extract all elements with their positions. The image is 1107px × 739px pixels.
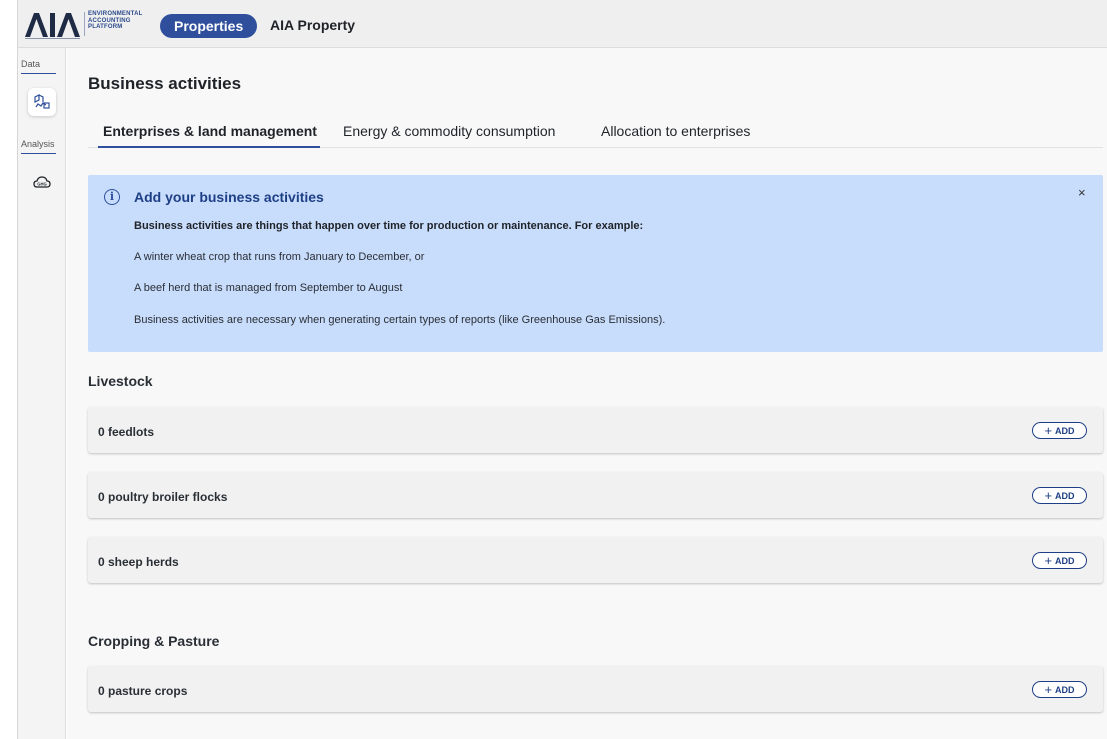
top-header: ENVIRONMENTAL ACCOUNTING PLATFORM Proper… (18, 0, 1107, 48)
property-name[interactable]: AIA Property (270, 17, 355, 33)
list-item: 0 pasture crops + ADD (88, 666, 1103, 712)
list-item: 0 feedlots + ADD (88, 407, 1103, 453)
app-frame: ENVIRONMENTAL ACCOUNTING PLATFORM Proper… (17, 0, 1107, 739)
rail-data-label: Data (21, 59, 41, 69)
logo-separator (84, 12, 85, 36)
info-banner: i Add your business activities × Busines… (88, 175, 1103, 352)
tab-bar: Enterprises & land management Energy & c… (88, 113, 1103, 148)
banner-text: A winter wheat crop that runs from Janua… (134, 251, 425, 263)
properties-nav-button[interactable]: Properties (160, 14, 258, 38)
list-item: 0 sheep herds + ADD (88, 537, 1103, 583)
banner-title: Add your business activities (134, 189, 324, 205)
add-button-label: ADD (1055, 490, 1075, 501)
close-icon[interactable]: × (1078, 185, 1086, 200)
add-pasture-crop-button[interactable]: + ADD (1032, 681, 1087, 698)
rail-analysis-label: Analysis (21, 139, 55, 149)
aia-logo[interactable] (23, 9, 83, 39)
plus-icon: + (1044, 487, 1053, 503)
list-item-label: 0 pasture crops (98, 684, 188, 698)
info-icon: i (104, 189, 120, 205)
page-title: Business activities (88, 74, 242, 93)
add-button-label: ADD (1055, 555, 1075, 566)
tab-allocation-to-enterprises[interactable]: Allocation to enterprises (601, 123, 750, 139)
plus-icon: + (1044, 422, 1053, 438)
banner-text: Business activities are things that happ… (134, 220, 644, 232)
ghg-icon: GHG (33, 176, 51, 188)
banner-text: Business activities are necessary when g… (134, 314, 666, 326)
tab-enterprises-land-management[interactable]: Enterprises & land management (103, 123, 317, 139)
tab-energy-commodity-consumption[interactable]: Energy & commodity consumption (343, 123, 555, 139)
section-title-livestock: Livestock (88, 373, 153, 389)
rail-divider (21, 153, 56, 154)
plus-icon: + (1044, 681, 1053, 697)
list-item-label: 0 feedlots (98, 425, 155, 439)
logo-tagline-line: ENVIRONMENTAL (88, 11, 143, 17)
add-button-label: ADD (1055, 425, 1075, 436)
banner-text: A beef herd that is managed from Septemb… (134, 282, 403, 294)
list-item-label: 0 sheep herds (98, 555, 179, 569)
add-feedlot-button[interactable]: + ADD (1032, 422, 1087, 439)
list-item-label: 0 poultry broiler flocks (98, 490, 228, 504)
add-poultry-flock-button[interactable]: + ADD (1032, 487, 1087, 504)
list-item: 0 poultry broiler flocks + ADD (88, 472, 1103, 518)
rail-divider (21, 73, 56, 74)
logo-tagline-line: PLATFORM (88, 24, 123, 30)
section-title-cropping-pasture: Cropping & Pasture (88, 633, 220, 649)
logo-tagline: ENVIRONMENTAL ACCOUNTING PLATFORM (88, 11, 143, 31)
rail-ghg-button[interactable]: GHG (28, 168, 56, 196)
svg-text:GHG: GHG (37, 182, 47, 187)
main-content: Business activities Enterprises & land m… (67, 48, 1107, 739)
active-tab-indicator (98, 146, 320, 148)
plus-icon: + (1044, 552, 1053, 568)
add-button-label: ADD (1055, 684, 1075, 695)
business-activities-icon (34, 94, 50, 109)
add-sheep-herd-button[interactable]: + ADD (1032, 552, 1087, 569)
rail-business-activities-button[interactable] (28, 88, 56, 116)
left-rail: Data Analysis GHG (18, 48, 66, 739)
